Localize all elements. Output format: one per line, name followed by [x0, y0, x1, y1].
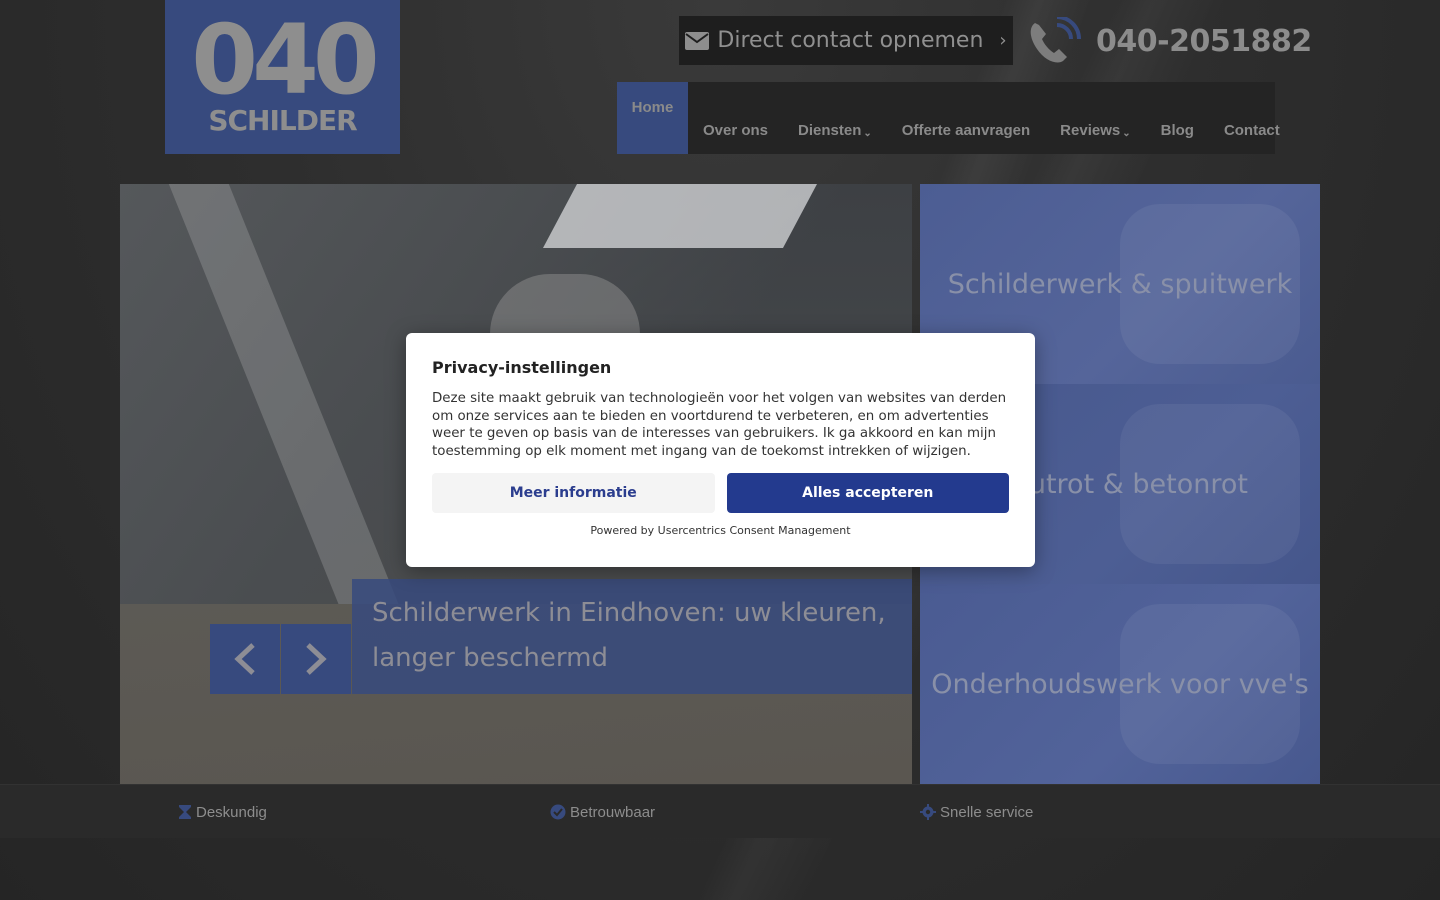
privacy-consent-dialog: Privacy-instellingen Deze site maakt geb… — [406, 333, 1035, 567]
consent-title: Privacy-instellingen — [432, 358, 612, 377]
consent-powered-by[interactable]: Powered by Usercentrics Consent Manageme… — [432, 524, 1009, 537]
accept-all-button[interactable]: Alles accepteren — [726, 473, 1009, 513]
consent-body: Deze site maakt gebruik van technologieë… — [432, 391, 1007, 459]
consent-buttons: Meer informatie Alles accepteren — [432, 473, 1009, 513]
more-info-button[interactable]: Meer informatie — [432, 473, 715, 513]
